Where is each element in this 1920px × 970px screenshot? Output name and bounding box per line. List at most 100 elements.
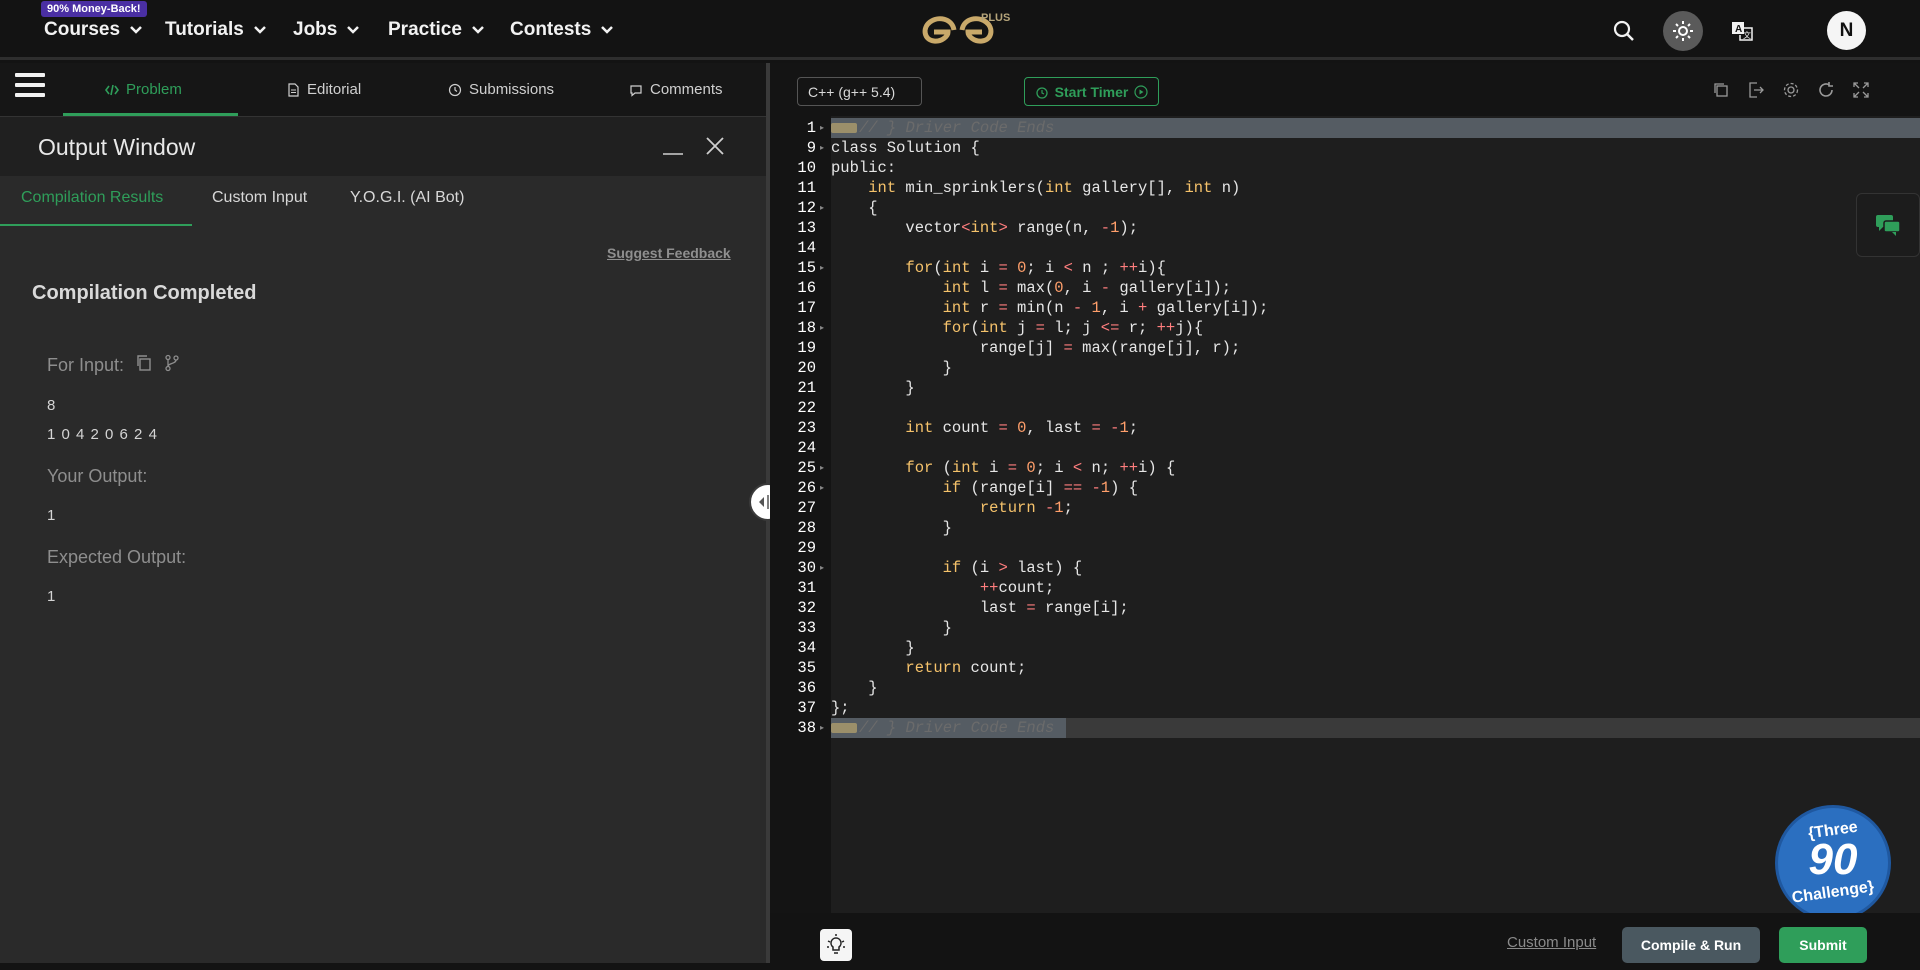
theme-toggle-button[interactable] (1663, 11, 1703, 51)
language-select[interactable]: C++ (g++ 5.4) (797, 77, 922, 106)
code-line[interactable]: return count; (831, 658, 1920, 678)
code-line[interactable]: return -1; (831, 498, 1920, 518)
reset-icon[interactable] (1816, 80, 1836, 100)
nav-contests[interactable]: Contests (510, 18, 615, 42)
folded-code-marker[interactable] (831, 122, 857, 133)
tab-custom-input[interactable]: Custom Input (212, 189, 307, 207)
fold-arrow-icon[interactable]: ▸ (820, 458, 828, 478)
line-number: 11 (797, 179, 816, 197)
suggest-feedback-link[interactable]: Suggest Feedback (607, 245, 731, 261)
code-line[interactable]: ++count; (831, 578, 1920, 598)
code-token: count (933, 419, 999, 437)
code-token: for (905, 259, 934, 277)
branch-icon[interactable] (163, 354, 181, 372)
line-number: 36 (797, 679, 816, 697)
code-line[interactable]: { (831, 198, 1920, 218)
nav-courses[interactable]: Courses (44, 18, 144, 42)
fold-arrow-icon[interactable]: ▸ (820, 478, 828, 498)
fold-arrow-icon[interactable]: ▸ (820, 198, 828, 218)
chat-button[interactable] (1856, 193, 1920, 257)
tab-problem[interactable]: Problem (105, 63, 182, 116)
tab-submissions[interactable]: Submissions (448, 63, 554, 116)
nav-jobs[interactable]: Jobs (293, 18, 361, 42)
fullscreen-icon[interactable] (1851, 80, 1871, 100)
code-token: last (831, 599, 1027, 617)
nav-tutorials[interactable]: Tutorials (165, 18, 268, 42)
code-line[interactable]: range[j] = max(range[j], r); (831, 338, 1920, 358)
compile-run-button[interactable]: Compile & Run (1622, 927, 1760, 963)
menu-icon[interactable] (15, 73, 45, 103)
settings-icon[interactable] (1781, 80, 1801, 100)
tab-editorial[interactable]: Editorial (286, 63, 361, 116)
code-token: ++ (1156, 319, 1176, 337)
code-line[interactable]: public: (831, 158, 1920, 178)
code-line[interactable]: for (int i = 0; i < n; ++i) { (831, 458, 1920, 478)
tab-comments[interactable]: Comments (629, 63, 723, 116)
translate-button[interactable]: A文 (1722, 11, 1762, 51)
code-line[interactable]: int r = min(n - 1, i + gallery[i]); (831, 298, 1920, 318)
chevron-down-icon (253, 26, 266, 34)
code-line[interactable]: // } Driver Code Ends (831, 718, 1920, 738)
avatar[interactable]: N (1827, 11, 1866, 50)
folded-code-marker[interactable] (831, 722, 857, 733)
three-90-challenge-badge[interactable]: {Three 90 Challenge} (1775, 805, 1891, 921)
code-line[interactable]: } (831, 518, 1920, 538)
code-line[interactable]: } (831, 678, 1920, 698)
code-token: ++ (1119, 459, 1139, 477)
code-line[interactable]: } (831, 378, 1920, 398)
code-line[interactable]: // } Driver Code Ends (831, 118, 1920, 138)
code-token: j){ (1175, 319, 1204, 337)
tab-comments-label: Comments (650, 81, 723, 98)
search-button[interactable] (1604, 11, 1644, 51)
code-line[interactable]: int count = 0, last = -1; (831, 418, 1920, 438)
code-line[interactable] (831, 238, 1920, 258)
code-line[interactable]: if (i > last) { (831, 558, 1920, 578)
code-line[interactable]: } (831, 618, 1920, 638)
code-area[interactable]: // } Driver Code Ends class Solution {pub… (831, 116, 1920, 916)
code-line[interactable]: int min_sprinklers(int gallery[], int n) (831, 178, 1920, 198)
code-line[interactable]: int l = max(0, i - gallery[i]); (831, 278, 1920, 298)
fold-arrow-icon[interactable]: ▸ (820, 318, 828, 338)
hint-button[interactable] (820, 929, 852, 961)
code-line[interactable]: } (831, 638, 1920, 658)
code-line[interactable] (831, 398, 1920, 418)
copy-icon[interactable] (135, 354, 153, 372)
code-line[interactable]: for(int j = l; j <= r; ++j){ (831, 318, 1920, 338)
code-token: { (831, 199, 878, 217)
code-line[interactable]: } (831, 358, 1920, 378)
code-line[interactable] (831, 538, 1920, 558)
code-token: l (970, 279, 999, 297)
fold-arrow-icon[interactable]: ▸ (820, 138, 828, 158)
start-timer-button[interactable]: Start Timer (1024, 77, 1159, 106)
fold-arrow-icon[interactable]: ▸ (820, 718, 828, 738)
fold-arrow-icon[interactable]: ▸ (820, 558, 828, 578)
code-line[interactable]: class Solution { (831, 138, 1920, 158)
code-token: int (868, 179, 897, 197)
code-line[interactable]: for(int i = 0; i < n ; ++i){ (831, 258, 1920, 278)
submit-button[interactable]: Submit (1779, 927, 1867, 963)
custom-input-link[interactable]: Custom Input (1507, 934, 1596, 951)
nav-practice[interactable]: Practice (388, 18, 486, 42)
code-line[interactable]: last = range[i]; (831, 598, 1920, 618)
tab-yogi-ai-bot[interactable]: Y.O.G.I. (AI Bot) (350, 189, 464, 207)
svg-text:文: 文 (1743, 30, 1751, 40)
promo-badge[interactable]: 90% Money-Back! (41, 1, 147, 17)
minimize-icon[interactable] (661, 135, 685, 159)
code-line[interactable]: vector<int> range(n, -1); (831, 218, 1920, 238)
code-line[interactable] (831, 438, 1920, 458)
tab-compilation-results[interactable]: Compilation Results (21, 189, 163, 207)
close-icon[interactable] (703, 134, 727, 158)
code-token: for (942, 319, 971, 337)
line-number: 1 (806, 119, 816, 137)
code-line[interactable]: if (range[i] == -1) { (831, 478, 1920, 498)
export-icon[interactable] (1746, 80, 1766, 100)
fold-arrow-icon[interactable]: ▸ (820, 118, 828, 138)
fold-arrow-icon[interactable]: ▸ (820, 258, 828, 278)
code-line[interactable]: }; (831, 698, 1920, 718)
duplicate-icon[interactable] (1711, 80, 1731, 100)
svg-text:A: A (1735, 24, 1742, 35)
code-token: ; i (1026, 259, 1064, 277)
